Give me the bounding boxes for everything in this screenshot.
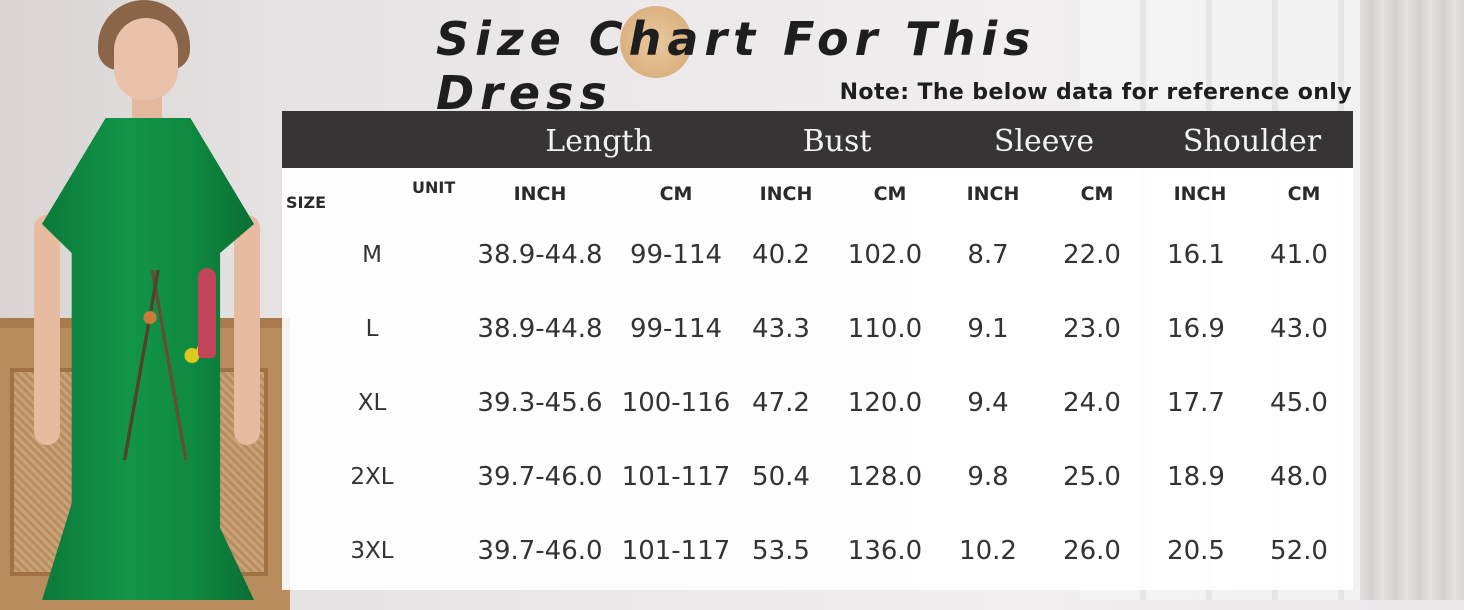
- group-length: Length: [545, 124, 653, 159]
- subheader-length-cm: CM: [659, 183, 693, 205]
- value-cell: 110.0: [847, 314, 923, 344]
- reference-note: Note: The below data for reference only: [839, 80, 1352, 105]
- model-arm-right: [234, 215, 260, 445]
- model-arm-left: [34, 215, 60, 445]
- subheader-bust-inch: INCH: [759, 183, 813, 205]
- value-cell: 16.1: [1167, 240, 1225, 270]
- value-cell: 43.0: [1270, 314, 1328, 344]
- value-cell: 41.0: [1270, 240, 1328, 270]
- value-cell: 100-116: [621, 388, 731, 418]
- value-cell: 128.0: [847, 462, 923, 492]
- size-cell: 3XL: [350, 538, 394, 564]
- value-cell: 136.0: [847, 536, 923, 566]
- value-cell: 22.0: [1063, 240, 1121, 270]
- value-cell: 9.1: [967, 314, 1009, 344]
- subheader-sleeve-inch: INCH: [966, 183, 1020, 205]
- value-cell: 47.2: [752, 388, 810, 418]
- value-cell: 23.0: [1063, 314, 1121, 344]
- value-cell: 48.0: [1270, 462, 1328, 492]
- size-table: Length Bust Sleeve Shoulder SIZE UNIT IN…: [282, 111, 1353, 590]
- unit-column-label: UNIT: [412, 178, 456, 197]
- embroidery-red-flower: [198, 268, 216, 358]
- size-cell: M: [362, 242, 382, 268]
- model-photo: [20, 0, 270, 600]
- value-cell: 10.2: [959, 536, 1017, 566]
- subheader-shoulder-inch: INCH: [1173, 183, 1227, 205]
- subheader-length-inch: INCH: [513, 183, 567, 205]
- value-cell: 39.3-45.6: [477, 388, 603, 418]
- value-cell: 99-114: [629, 240, 723, 270]
- value-cell: 17.7: [1167, 388, 1225, 418]
- value-cell: 50.4: [752, 462, 810, 492]
- value-cell: 120.0: [847, 388, 923, 418]
- value-cell: 24.0: [1063, 388, 1121, 418]
- table-header-bar: Length Bust Sleeve Shoulder: [282, 111, 1353, 168]
- value-cell: 38.9-44.8: [477, 240, 603, 270]
- size-cell: L: [365, 316, 379, 342]
- size-column-label: SIZE: [286, 193, 327, 212]
- subheader-shoulder-cm: CM: [1287, 183, 1321, 205]
- value-cell: 38.9-44.8: [477, 314, 603, 344]
- value-cell: 20.5: [1167, 536, 1225, 566]
- value-cell: 102.0: [847, 240, 923, 270]
- table-row: 3XL 39.7-46.0 101-117 53.5 136.0 10.2 26.0 20.5…: [282, 514, 1353, 588]
- value-cell: 39.7-46.0: [477, 536, 603, 566]
- value-cell: 26.0: [1063, 536, 1121, 566]
- curtain: [1360, 0, 1464, 600]
- value-cell: 18.9: [1167, 462, 1225, 492]
- value-cell: 40.2: [752, 240, 810, 270]
- value-cell: 53.5: [752, 536, 810, 566]
- value-cell: 101-117: [621, 536, 731, 566]
- value-cell: 52.0: [1270, 536, 1328, 566]
- value-cell: 8.7: [967, 240, 1009, 270]
- size-cell: 2XL: [350, 464, 394, 490]
- size-cell: XL: [357, 390, 387, 416]
- group-shoulder: Shoulder: [1182, 124, 1322, 159]
- value-cell: 101-117: [621, 462, 731, 492]
- value-cell: 9.8: [967, 462, 1009, 492]
- value-cell: 39.7-46.0: [477, 462, 603, 492]
- value-cell: 45.0: [1270, 388, 1328, 418]
- value-cell: 16.9: [1167, 314, 1225, 344]
- group-sleeve: Sleeve: [993, 124, 1095, 159]
- group-bust: Bust: [802, 124, 872, 159]
- subheader-bust-cm: CM: [873, 183, 907, 205]
- subheader-sleeve-cm: CM: [1080, 183, 1114, 205]
- value-cell: 99-114: [629, 314, 723, 344]
- table-row: XL 39.3-45.6 100-116 47.2 120.0 9.4 24.0 17.7 45…: [282, 366, 1353, 440]
- table-row: M 38.9-44.8 99-114 40.2 102.0 8.7 22.0 16.1 41.0: [282, 218, 1353, 292]
- value-cell: 43.3: [752, 314, 810, 344]
- model-face: [114, 18, 178, 100]
- value-cell: 25.0: [1063, 462, 1121, 492]
- value-cell: 9.4: [967, 388, 1009, 418]
- table-row: 2XL 39.7-46.0 101-117 50.4 128.0 9.8 25.0 18.9 4…: [282, 440, 1353, 514]
- table-row: L 38.9-44.8 99-114 43.3 110.0 9.1 23.0 16.9 43.0: [282, 292, 1353, 366]
